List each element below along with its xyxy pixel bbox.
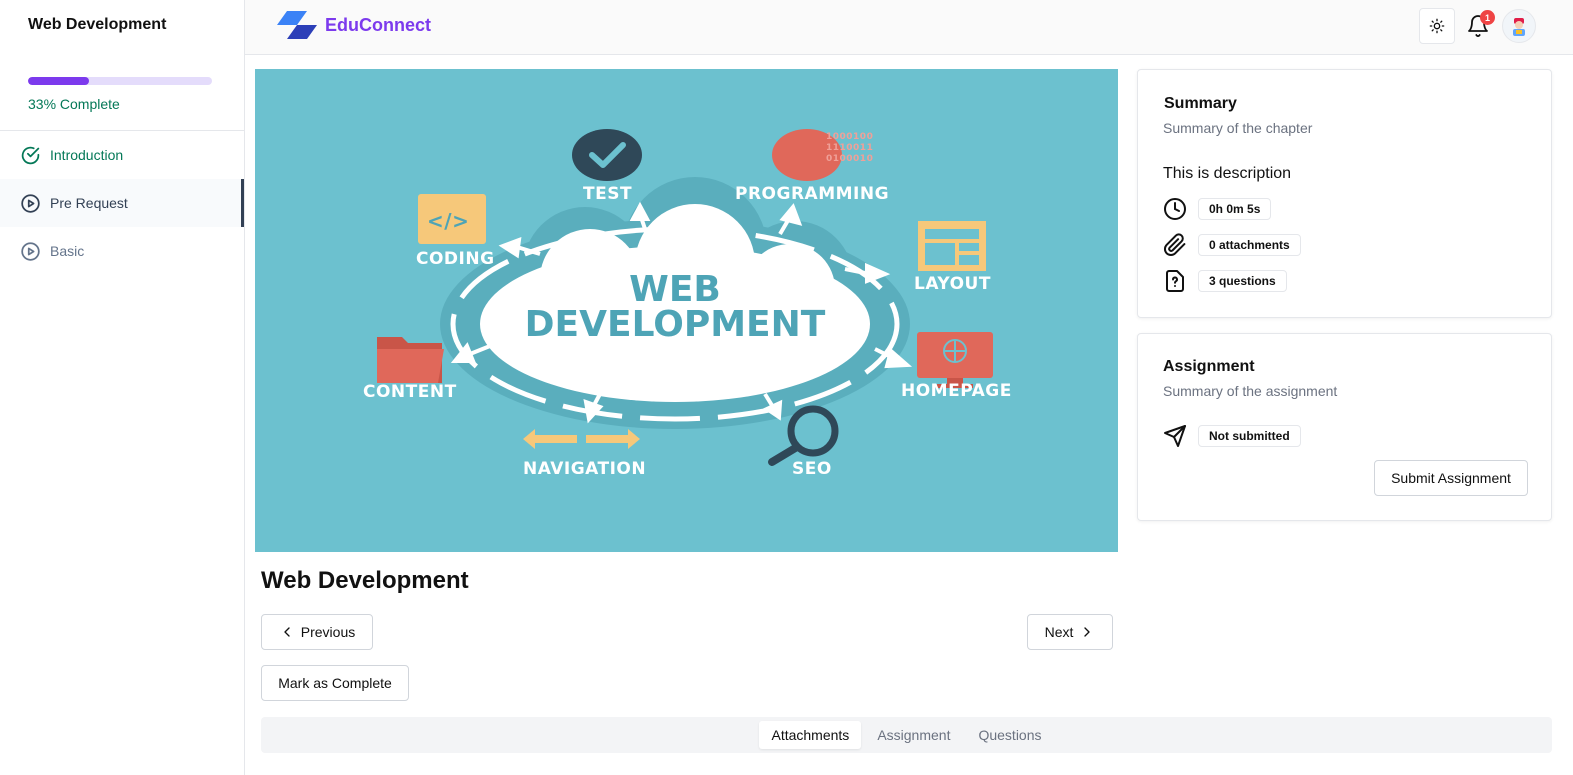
summary-card: Summary Summary of the chapter This is d… — [1137, 69, 1552, 318]
sidebar-item-basic[interactable]: Basic — [0, 227, 244, 275]
brand-name[interactable]: EduConnect — [325, 15, 431, 36]
avatar-icon — [1513, 18, 1525, 36]
summary-subtitle: Summary of the chapter — [1163, 120, 1313, 136]
questions-badge: 3 questions — [1198, 270, 1287, 292]
play-circle-icon — [21, 241, 40, 261]
assignment-title: Assignment — [1163, 358, 1255, 375]
user-avatar[interactable] — [1502, 9, 1536, 43]
assignment-subtitle: Summary of the assignment — [1163, 383, 1338, 399]
hero-label-layout: LAYOUT — [914, 274, 991, 294]
previous-button[interactable]: Previous — [261, 614, 373, 650]
mark-complete-label: Mark as Complete — [278, 675, 392, 691]
lesson-hero-image: WEB DEVELOPMENT 1000100 1110011 0100010 … — [255, 69, 1118, 552]
sidebar-item-label: Pre Request — [50, 195, 128, 211]
tab-attachments[interactable]: Attachments — [759, 721, 862, 749]
file-question-icon — [1166, 270, 1184, 292]
hero-label-programming: PROGRAMMING — [735, 184, 890, 204]
chevron-left-icon — [284, 627, 290, 637]
submit-assignment-button[interactable]: Submit Assignment — [1374, 460, 1528, 496]
questions-row: 3 questions — [1163, 269, 1287, 293]
sun-icon — [1429, 18, 1445, 34]
sidebar-item-pre-request[interactable]: Pre Request — [0, 179, 244, 227]
hero-label-seo: SEO — [792, 459, 832, 479]
hero-cloud-title: WEB — [629, 269, 721, 310]
summary-title: Summary — [1164, 95, 1237, 112]
course-progress-fill — [28, 77, 89, 85]
hero-label-navigation: NAVIGATION — [523, 459, 647, 479]
course-title: Web Development — [28, 16, 167, 33]
hero-code-tag: </> — [427, 209, 470, 233]
tab-questions[interactable]: Questions — [966, 721, 1053, 749]
paperclip-icon — [1164, 233, 1186, 256]
summary-description: This is description — [1163, 165, 1292, 182]
hero-label-coding: CODING — [416, 249, 495, 269]
theme-toggle-button[interactable] — [1419, 8, 1455, 44]
sidebar-item-label: Basic — [50, 243, 85, 259]
play-circle-icon — [21, 193, 40, 213]
submission-status-badge: Not submitted — [1198, 425, 1301, 447]
course-progress-bar — [28, 77, 212, 85]
notification-badge: 1 — [1480, 10, 1495, 25]
top-navbar: EduConnect 1 — [245, 0, 1573, 55]
previous-button-label: Previous — [300, 624, 356, 640]
next-button[interactable]: Next — [1027, 614, 1113, 650]
mark-complete-button[interactable]: Mark as Complete — [261, 665, 409, 701]
chevron-right-icon — [1084, 627, 1091, 637]
submit-assignment-label: Submit Assignment — [1391, 470, 1511, 486]
sidebar-item-introduction[interactable]: Introduction — [0, 131, 244, 179]
sidebar-item-label: Introduction — [50, 147, 124, 163]
lesson-title: Web Development — [261, 567, 469, 594]
hero-cloud-subtitle: DEVELOPMENT — [524, 304, 826, 345]
course-sidebar: Web Development 33% Complete Introductio… — [0, 0, 245, 775]
duration-row: 0h 0m 5s — [1163, 197, 1272, 221]
hero-label-content: CONTENT — [363, 382, 457, 402]
hero-label-test: TEST — [583, 184, 633, 204]
attachments-row: 0 attachments — [1163, 233, 1301, 257]
progress-label: 33% Complete — [28, 96, 120, 112]
check-circle-icon — [21, 146, 40, 164]
lesson-tabs: Attachments Assignment Questions — [261, 717, 1552, 753]
submission-status-row: Not submitted — [1163, 424, 1301, 448]
tab-assignment[interactable]: Assignment — [865, 721, 962, 749]
assignment-card: Assignment Summary of the assignment Not… — [1137, 333, 1552, 521]
hero-label-homepage: HOMEPAGE — [901, 381, 1012, 401]
educonnect-logo-icon[interactable] — [277, 11, 317, 41]
send-icon — [1164, 425, 1186, 447]
duration-badge: 0h 0m 5s — [1198, 198, 1272, 220]
attachments-badge: 0 attachments — [1198, 234, 1301, 256]
hero-binary-text: 1000100 1110011 0100010 — [826, 132, 874, 164]
clock-icon — [1164, 198, 1186, 220]
next-button-label: Next — [1044, 624, 1074, 640]
